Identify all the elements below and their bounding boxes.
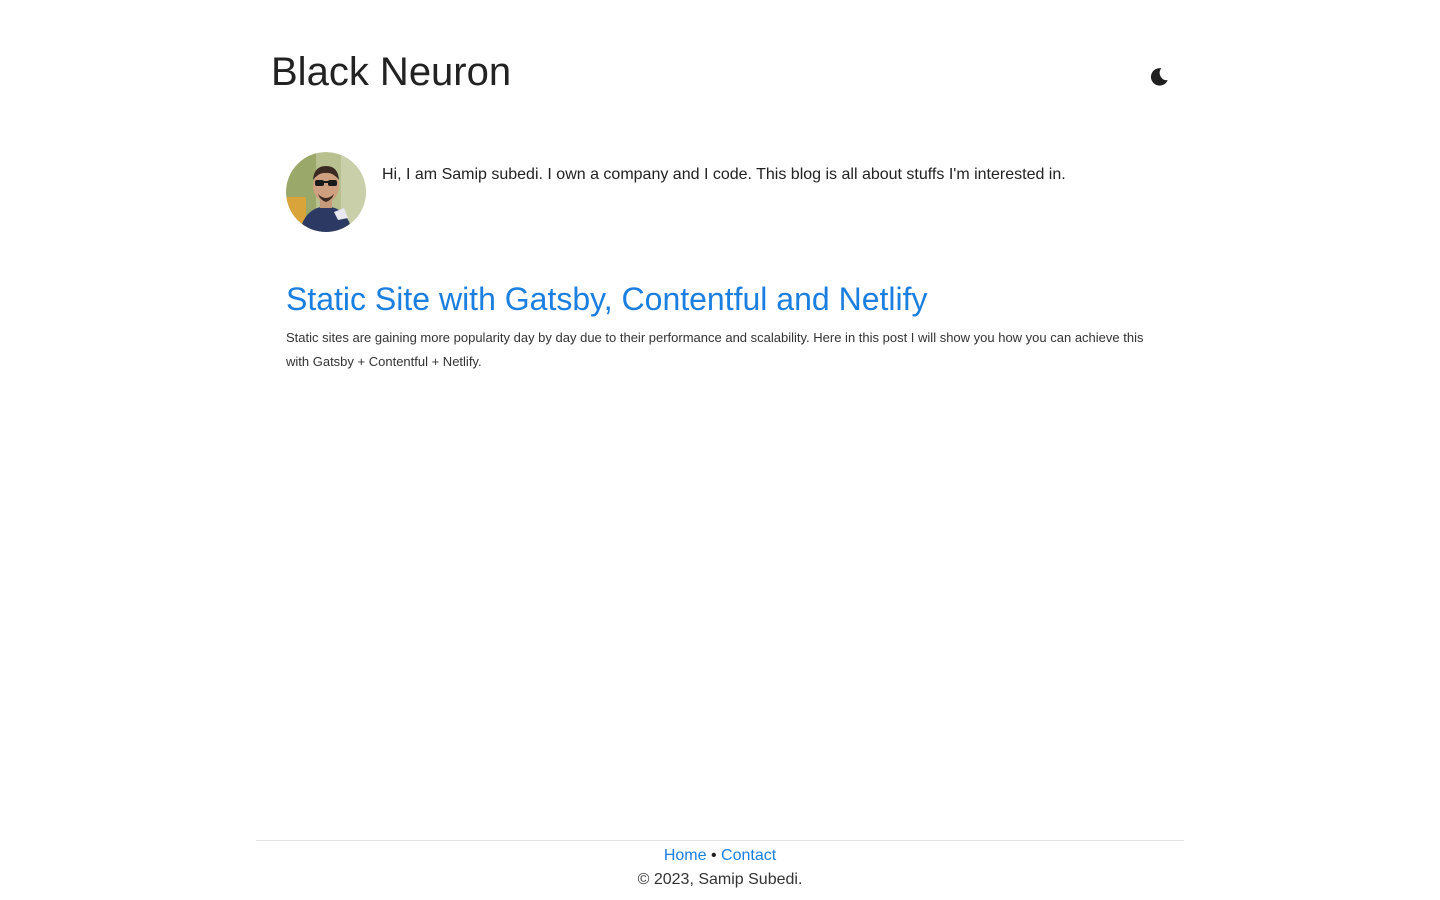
avatar [286,152,366,232]
bio-text: Hi, I am Samip subedi. I own a company a… [382,166,1066,183]
footer-divider [256,840,1184,841]
page: Black Neuron Hi, I am Samip subedi. I ow… [0,0,1440,900]
copyright-text: © 2023, Samip Subedi. [637,871,803,888]
site-title-link[interactable]: Black Neuron [271,48,511,96]
footer-separator: • [710,847,717,864]
post-title-link[interactable]: Static Site with Gatsby, Contentful and … [286,280,927,318]
bio-section: Hi, I am Samip subedi. I own a company a… [286,152,1066,232]
footer-nav: Home • Contact [0,846,1440,866]
moon-icon [1150,68,1168,86]
footer-home-link[interactable]: Home [664,847,707,864]
theme-toggle-button[interactable] [1146,64,1172,90]
post-excerpt: Static sites are gaining more popularity… [286,330,1144,369]
footer-contact-link[interactable]: Contact [721,847,776,864]
